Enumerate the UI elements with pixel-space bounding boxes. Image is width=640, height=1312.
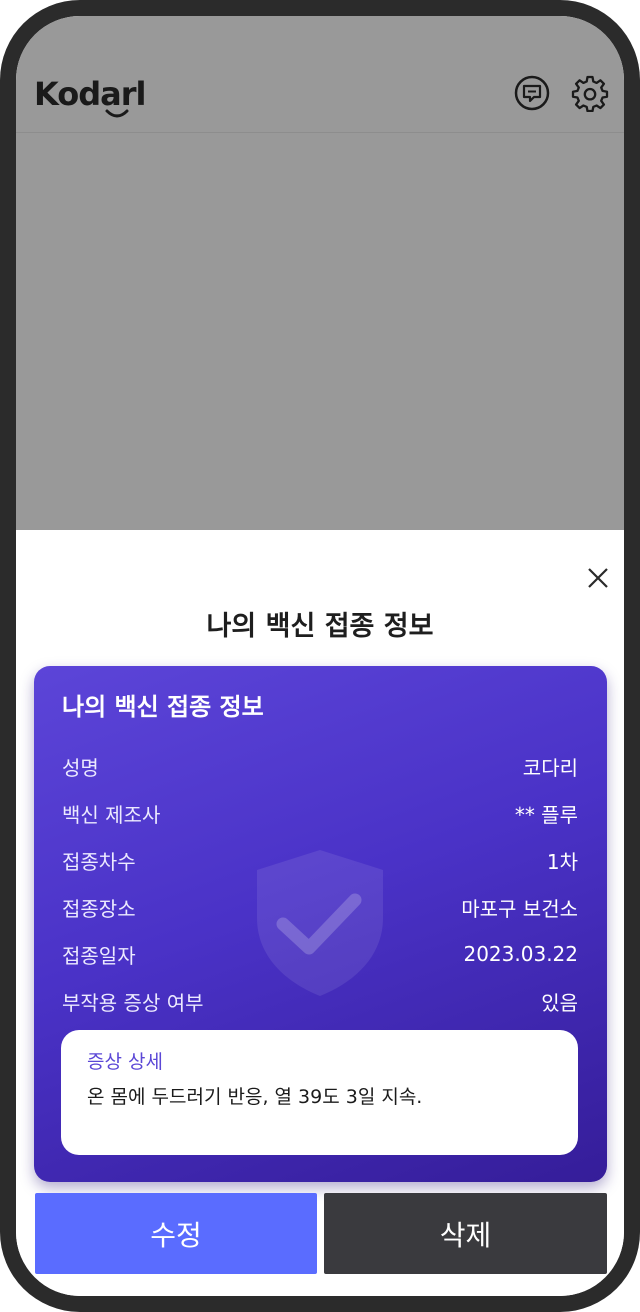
- row-label: 백신 제조사: [62, 802, 161, 827]
- info-row-manufacturer: 백신 제조사 ** 플루: [62, 799, 578, 827]
- symptom-detail-box: 증상 상세 온 몸에 두드러기 반응, 열 39도 3일 지속.: [61, 1030, 578, 1155]
- info-row-side-effect: 부작용 증상 여부 있음: [62, 987, 578, 1015]
- symptom-detail-title: 증상 상세: [87, 1051, 163, 1073]
- chat-icon[interactable]: [513, 74, 551, 112]
- row-value: 1차: [546, 849, 578, 874]
- app-header: Kodarl: [16, 16, 624, 133]
- phone-frame: Kodarl 나의 백신 접종 정보 나의 백신 접종 정보 성명 코다리 백신…: [0, 0, 640, 1312]
- info-row-location: 접종장소 마포구 보건소: [62, 893, 578, 921]
- logo-smile-icon: [105, 109, 129, 118]
- info-row-date: 접종일자 2023.03.22: [62, 940, 578, 968]
- vaccine-info-sheet: 나의 백신 접종 정보 나의 백신 접종 정보 성명 코다리 백신 제조사 **…: [16, 530, 624, 1296]
- row-label: 접종장소: [62, 896, 136, 921]
- close-icon[interactable]: [582, 562, 614, 594]
- row-value: 있음: [541, 990, 578, 1015]
- row-label: 성명: [62, 755, 99, 780]
- screen: Kodarl 나의 백신 접종 정보 나의 백신 접종 정보 성명 코다리 백신…: [16, 16, 624, 1296]
- row-value: 코다리: [522, 755, 578, 780]
- symptom-detail-text: 온 몸에 두드러기 반응, 열 39도 3일 지속.: [87, 1086, 423, 1108]
- row-value: 마포구 보건소: [461, 896, 578, 921]
- info-row-dose: 접종차수 1차: [62, 846, 578, 874]
- gear-icon[interactable]: [571, 74, 609, 113]
- edit-button[interactable]: 수정: [35, 1193, 317, 1274]
- vaccine-card: 나의 백신 접종 정보 성명 코다리 백신 제조사 ** 플루 접종차수 1차 …: [34, 666, 607, 1182]
- row-value: ** 플루: [514, 802, 578, 827]
- delete-button[interactable]: 삭제: [324, 1193, 607, 1274]
- row-label: 부작용 증상 여부: [62, 990, 204, 1015]
- info-row-name: 성명 코다리: [62, 752, 578, 780]
- row-label: 접종차수: [62, 849, 136, 874]
- card-title: 나의 백신 접종 정보: [62, 693, 264, 721]
- app-logo: Kodarl: [34, 74, 146, 124]
- sheet-title: 나의 백신 접종 정보: [206, 611, 434, 642]
- row-value: 2023.03.22: [463, 942, 578, 966]
- row-label: 접종일자: [62, 943, 136, 968]
- background-app-dimmed: Kodarl: [16, 16, 624, 530]
